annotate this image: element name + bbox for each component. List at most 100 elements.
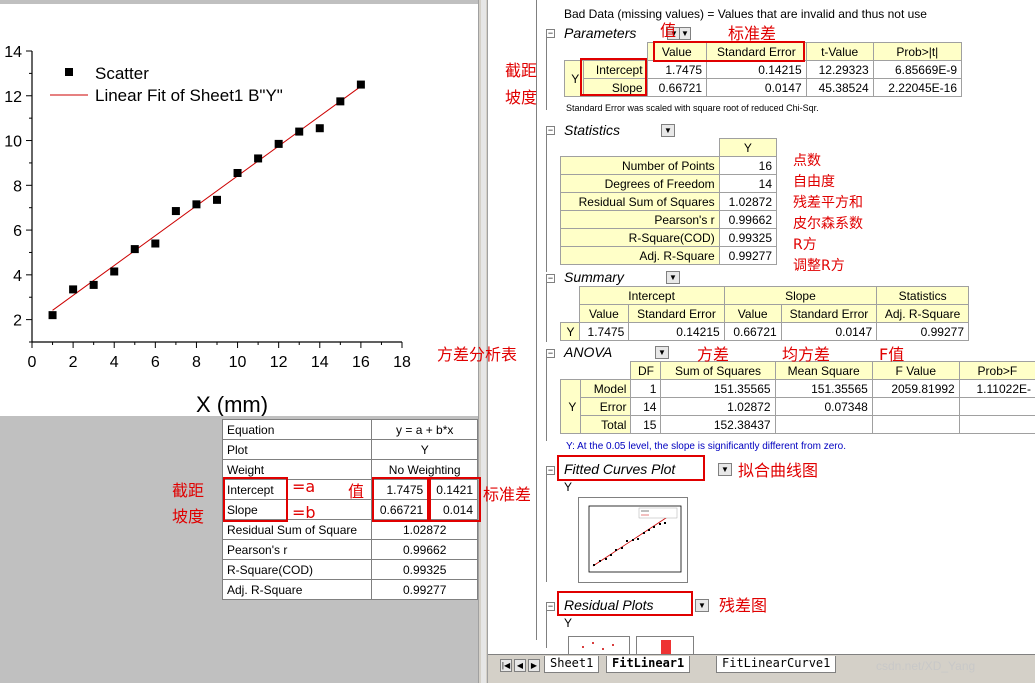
tab-fitlinearcurve1[interactable]: FitLinearCurve1 [716,656,837,673]
y-tick-label: 8 [13,178,22,195]
scatter-point [315,124,324,133]
collapse-summary-toggle[interactable]: − [546,274,555,283]
highlight-box-residual-plots [557,591,693,616]
statistics-row-label: Adj. R-Square [560,246,720,265]
residual-plots-menu-button[interactable]: ▼ [695,599,709,612]
prev-sheet-button[interactable]: ◀ [514,659,526,672]
anova-cell [871,415,960,434]
fit-table-row: Equation y = a + b*x [221,419,478,440]
scatter-point [295,127,304,136]
collapse-statistics-toggle[interactable]: − [546,126,555,135]
highlight-box-fit-values [372,477,429,522]
summary-cell: 0.66721 [723,322,782,341]
summary-cell: 1.7475 [578,322,630,341]
collapse-fitted-curves-toggle[interactable]: − [546,466,555,475]
tab-sheet1[interactable]: Sheet1 [544,656,600,673]
annotation-slope: 坡度 [505,88,538,107]
anova-cell: 14 [630,397,662,416]
sheet-tab-bar: |◀ ◀ ▶ Sheet1 FitLinear1 FitLinearCurve1… [488,654,1035,683]
y-tick-label: 4 [13,268,22,285]
anova-cell: 1.02872 [660,397,776,416]
graph-page: 0 2 4 6 8 10 12 14 16 18 2 4 6 8 10 12 14 X (mm) Scatter Li… [0,4,478,416]
table-corner [561,139,720,157]
parameters-cell: 45.38524 [805,78,874,97]
annotation-std-error-left: 标准差 [483,485,532,504]
annotation-mean-square: 均方差 [782,345,831,364]
anova-menu-button[interactable]: ▼ [655,346,669,359]
annotation-std-error: 标准差 [728,24,777,43]
fit-row-label: Equation [221,419,373,440]
annotation-dof: 自由度 [793,174,835,190]
fit-row-label: Plot [221,439,373,460]
collapse-parameters-toggle[interactable]: − [546,29,555,38]
tree-guide [546,134,547,272]
cut-off-note: Bad Data (missing values) = Values that … [564,7,927,21]
scatter-point [233,168,242,177]
scatter-chart[interactable]: 0 2 4 6 8 10 12 14 16 18 2 4 6 8 10 12 14 X (mm) Scatter Li… [0,4,478,416]
anova-cell: 0.07348 [774,397,873,416]
fitted-curves-thumbnail[interactable] [578,497,688,583]
parameters-cell: 12.29323 [805,60,874,79]
annotation-num-points: 点数 [793,153,821,169]
summary-col-header: Adj. R-Square [876,304,969,323]
annotation-value-left: 值 [348,482,365,501]
summary-col-header: Value [578,304,630,323]
collapse-residual-plots-toggle[interactable]: − [546,602,555,611]
legend-label-scatter: Scatter [95,64,149,83]
table-corner [561,287,580,305]
fit-row-value: 0.99325 [371,559,478,580]
anova-cell [871,397,960,416]
statistics-cell: 0.99277 [718,246,778,265]
parameters-col-header: Prob>|t| [872,42,963,61]
legend-marker-scatter [65,68,73,76]
anova-col-header: DF [630,361,662,380]
highlight-box-fit-param-names [223,477,288,522]
anova-col-header: Prob>F [958,361,1035,380]
fitted-curves-menu-button[interactable]: ▼ [718,463,732,476]
first-sheet-button[interactable]: |◀ [500,659,512,672]
summary-menu-button[interactable]: ▼ [666,271,680,284]
annotation-intercept: 截距 [505,61,538,80]
fit-report-sheet: Bad Data (missing values) = Values that … [488,0,1035,654]
parameters-cell: 1.7475 [646,60,708,79]
y-tick-label: 2 [13,313,22,330]
annotation-slope-left: 坡度 [172,507,205,526]
parameters-cell: 2.22045E-16 [872,78,963,97]
anova-cell: 15 [630,415,662,434]
x-tick-label: 4 [110,354,119,371]
collapse-anova-toggle[interactable]: − [546,349,555,358]
x-tick-label: 10 [229,354,247,371]
next-sheet-button[interactable]: ▶ [528,659,540,672]
graph-window: 0 2 4 6 8 10 12 14 16 18 2 4 6 8 10 12 14 X (mm) Scatter Li… [0,0,478,683]
fit-row-value: Y [371,439,478,460]
summary-table: Intercept Slope Statistics Value Standard Er… [560,286,969,341]
parameters-col-header: t-Value [805,42,874,61]
statistics-row-label: R-Square(COD) [560,228,720,247]
anova-cell [774,415,873,434]
annotation-rss: 残差平方和 [793,195,863,211]
residual-thumbnail-1[interactable] [568,636,630,654]
residual-thumbnail-2[interactable] [636,636,694,654]
annotation-value: 值 [660,21,677,40]
parameters-cell: 0.14215 [706,60,807,79]
statistics-menu-button[interactable]: ▼ [661,124,675,137]
scatter-point [69,285,78,294]
fit-table-row: Adj. R-Square 0.99277 [221,579,478,600]
fit-row-label: Residual Sum of Square [221,519,373,540]
scatter-point [151,239,160,248]
value-column-dropdown[interactable]: ▼ [679,27,691,40]
anova-row-label: Model [580,379,632,398]
annotation-eq-b: =b [292,503,316,522]
section-title-summary: Summary [564,269,624,285]
annotation-anova: 方差分析表 [437,345,518,364]
tab-fitlinear1[interactable]: FitLinear1 [606,656,691,673]
anova-cell: 1.11022E- [958,379,1035,398]
summary-group-header: Intercept [578,286,725,305]
fit-row-label: Pearson's r [221,539,373,560]
highlight-box-fit-errors [429,477,481,522]
tree-guide [546,282,547,342]
scatter-point [213,195,221,204]
fit-row-label: Adj. R-Square [221,579,373,600]
statistics-row-label: Number of Points [560,156,720,175]
residual-mini-chart-2 [661,640,671,654]
